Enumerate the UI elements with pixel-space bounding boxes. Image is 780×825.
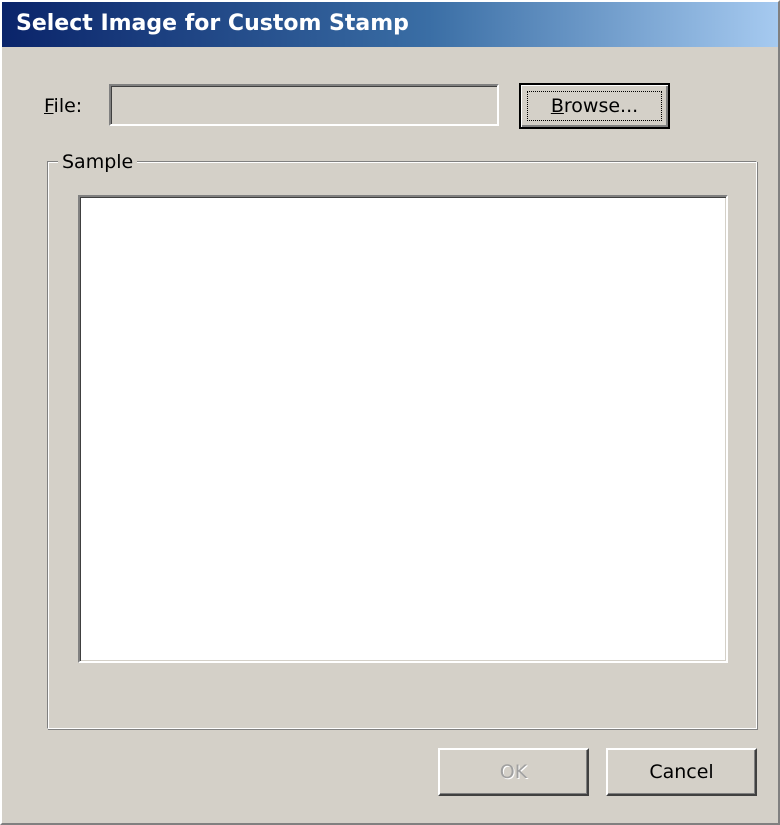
title-bar[interactable]: Select Image for Custom Stamp — [2, 2, 778, 47]
custom-stamp-dialog: Select Image for Custom Stamp File: Brow… — [0, 0, 780, 825]
cancel-button[interactable]: Cancel — [606, 748, 757, 796]
sample-group-label: Sample — [58, 150, 138, 174]
file-path-input[interactable] — [109, 84, 499, 126]
file-label: File: — [44, 95, 83, 117]
cancel-button-label: Cancel — [649, 761, 714, 783]
browse-focus-rect: Browse... — [527, 91, 662, 121]
sample-preview — [78, 195, 728, 663]
browse-button-label: Browse... — [550, 95, 639, 117]
browse-button[interactable]: Browse... — [519, 83, 670, 129]
ok-button[interactable]: OK — [438, 748, 589, 796]
ok-button-label: OK — [499, 761, 528, 783]
dialog-title: Select Image for Custom Stamp — [16, 11, 409, 36]
